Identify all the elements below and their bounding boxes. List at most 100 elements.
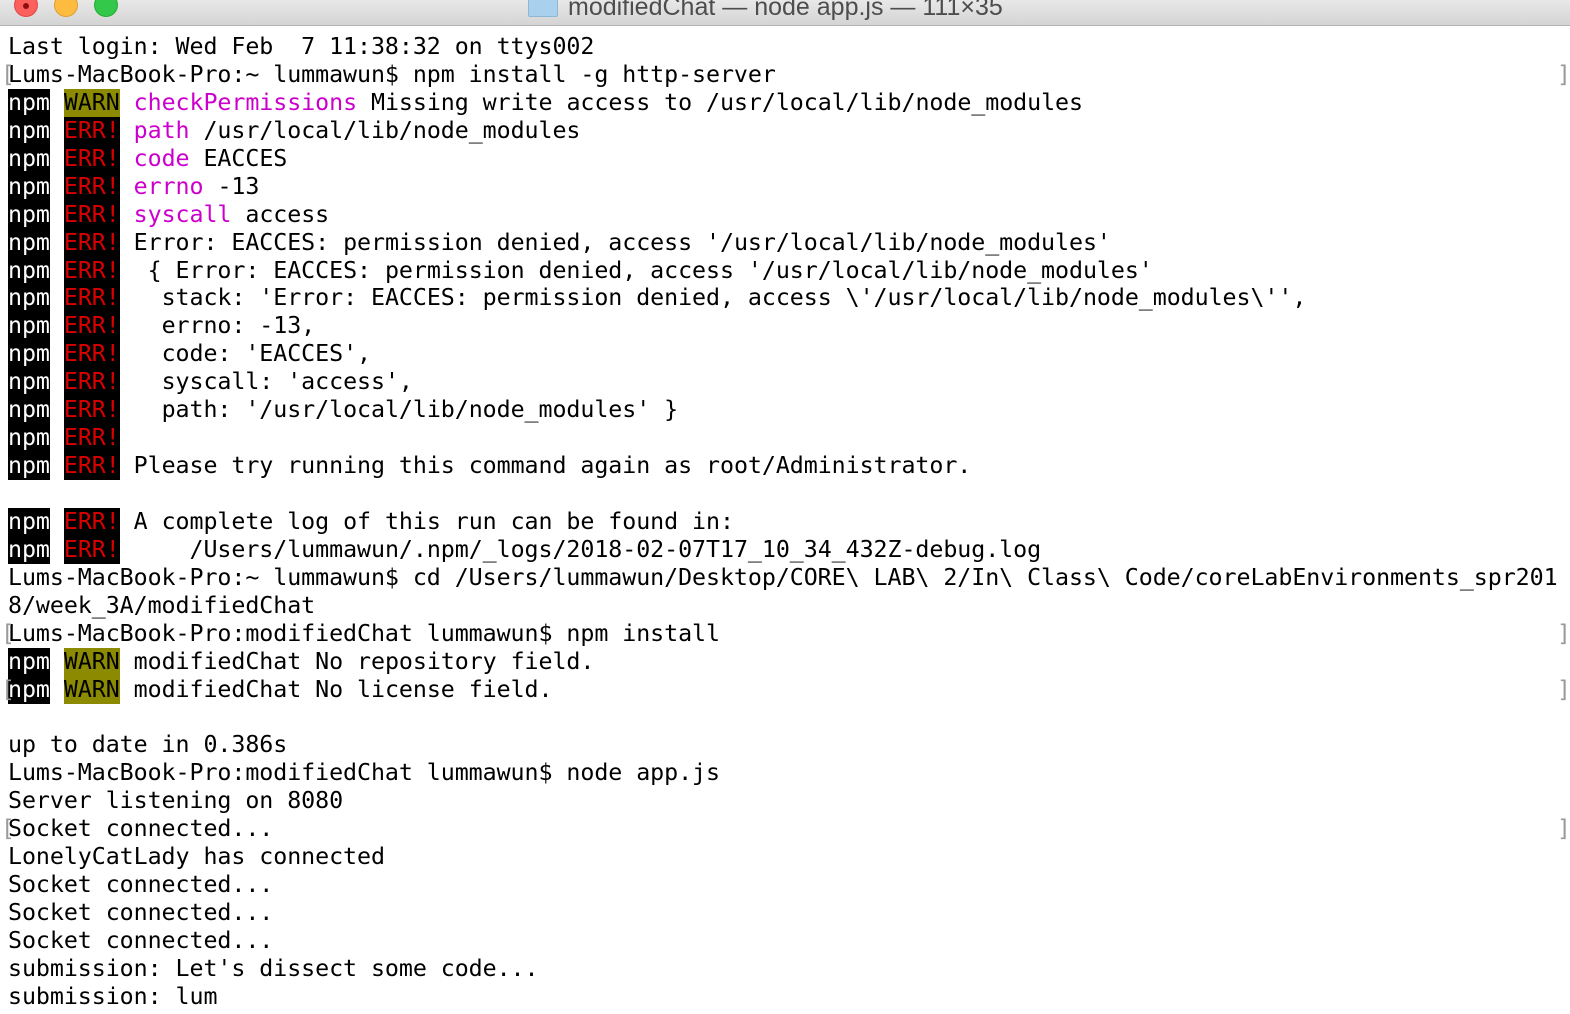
mark-left: [ — [1, 620, 15, 647]
err-tag: ERR! — [63, 535, 120, 564]
terminal-line: npm ERR! syscall access — [0, 200, 1570, 229]
err-tag: ERR! — [63, 452, 120, 480]
terminal-text: access — [231, 200, 330, 228]
terminal-text: modifiedChat No license field. — [119, 675, 553, 703]
keyword: code — [133, 144, 190, 172]
terminal-line: up to date in 0.386s — [0, 731, 1570, 759]
npm-tag: npm — [8, 396, 50, 425]
terminal-line: Socket connected... — [0, 927, 1570, 955]
err-tag: ERR! — [63, 340, 120, 369]
warn-tag: WARN — [63, 647, 120, 676]
keyword: checkPermissions — [133, 88, 358, 116]
err-tag: ERR! — [63, 116, 120, 145]
mark-left: [ — [1, 61, 15, 88]
terminal-line: Last login: Wed Feb 7 11:38:32 on ttys00… — [0, 33, 1570, 61]
terminal-text: Socket connected... — [8, 899, 274, 927]
terminal-line: Server listening on 8080 — [0, 787, 1570, 815]
keyword: syscall — [133, 200, 232, 228]
terminal-text: EACCES — [189, 144, 288, 172]
err-tag: ERR! — [63, 144, 120, 173]
mark-right: ] — [1557, 61, 1570, 88]
err-tag: ERR! — [63, 396, 120, 425]
terminal-line: npm ERR! code: 'EACCES', — [0, 340, 1570, 369]
npm-tag: npm — [8, 200, 50, 229]
mark-right: ] — [1557, 676, 1570, 703]
terminal-line: Lums-MacBook-Pro:modifiedChat lummawun$ … — [0, 759, 1570, 787]
terminal-text: Lums-MacBook-Pro:modifiedChat lummawun$ … — [8, 759, 720, 787]
terminal-line: npm ERR! A complete log of this run can … — [0, 507, 1570, 536]
terminal-line: npm ERR! /Users/lummawun/.npm/_logs/2018… — [0, 535, 1570, 564]
terminal-window: modifiedChat — node app.js — 111×35 Last… — [0, 0, 1570, 1014]
terminal-line: submission: Let's dissect some code... — [0, 955, 1570, 983]
terminal-line: npm ERR! errno -13 — [0, 172, 1570, 201]
terminal-text: submission: lum — [8, 982, 218, 1010]
warn-tag: WARN — [63, 675, 120, 704]
terminal-line: npm ERR! Please try running this command… — [0, 452, 1570, 480]
terminal-line: npm ERR! stack: 'Error: EACCES: permissi… — [0, 284, 1570, 313]
terminal-text: Lums-MacBook-Pro:modifiedChat lummawun$ … — [8, 619, 720, 647]
terminal-text: path: '/usr/local/lib/node_modules' } — [119, 396, 679, 424]
terminal-line: Socket connected... — [0, 871, 1570, 899]
warn-tag: WARN — [63, 88, 120, 117]
terminal-text: Please try running this command again as… — [119, 452, 972, 480]
npm-tag: npm — [8, 452, 50, 480]
npm-tag: npm — [8, 284, 50, 313]
terminal-line: npm WARN modifiedChat No license field.[… — [0, 675, 1570, 704]
terminal-line: npm WARN modifiedChat No repository fiel… — [0, 647, 1570, 676]
terminal-text: Lums-MacBook-Pro:~ lummawun$ npm install… — [8, 60, 776, 88]
err-tag: ERR! — [63, 200, 120, 229]
err-tag: ERR! — [63, 228, 120, 257]
terminal-line: npm ERR! code EACCES — [0, 144, 1570, 173]
terminal-text: /Users/lummawun/.npm/_logs/2018-02-07T17… — [119, 535, 1042, 563]
npm-tag: npm — [8, 256, 50, 285]
terminal-text: 8/week_3A/modifiedChat — [8, 591, 316, 619]
terminal-line: LonelyCatLady has connected — [0, 843, 1570, 871]
close-button[interactable] — [14, 0, 38, 17]
terminal-line: Lums-MacBook-Pro:modifiedChat lummawun$ … — [0, 620, 1570, 648]
npm-tag: npm — [8, 340, 50, 369]
keyword: path — [133, 116, 190, 144]
terminal-text: Lums-MacBook-Pro:~ lummawun$ cd /Users/l… — [8, 563, 1558, 591]
zoom-button[interactable] — [94, 0, 118, 17]
title-bar[interactable]: modifiedChat — node app.js — 111×35 — [0, 0, 1570, 26]
npm-tag: npm — [8, 535, 50, 564]
terminal-text: A complete log of this run can be found … — [119, 507, 734, 535]
terminal-output[interactable]: Last login: Wed Feb 7 11:38:32 on ttys00… — [0, 33, 1570, 1011]
window-title: modifiedChat — node app.js — 111×35 — [568, 0, 1003, 21]
err-tag: ERR! — [63, 368, 120, 397]
terminal-line: npm ERR! path /usr/local/lib/node_module… — [0, 116, 1570, 145]
terminal-line: Lums-MacBook-Pro:~ lummawun$ npm install… — [0, 61, 1570, 89]
minimize-button[interactable] — [54, 0, 78, 17]
npm-tag: npm — [8, 88, 50, 117]
terminal-text: submission: Let's dissect some code... — [8, 954, 539, 982]
terminal-text: syscall: 'access', — [119, 368, 413, 396]
terminal-text: Error: EACCES: permission denied, access… — [119, 228, 1111, 256]
keyword: errno — [133, 172, 204, 200]
terminal-line: npm ERR! path: '/usr/local/lib/node_modu… — [0, 396, 1570, 425]
terminal-line: npm ERR! — [0, 424, 1570, 453]
npm-tag: npm — [8, 507, 50, 536]
terminal-text: { Error: EACCES: permission denied, acce… — [119, 256, 1153, 284]
terminal-line: 8/week_3A/modifiedChat — [0, 592, 1570, 620]
npm-tag: npm — [8, 647, 50, 676]
terminal-line: npm ERR! { Error: EACCES: permission den… — [0, 256, 1570, 285]
terminal-text: Socket connected... — [8, 871, 274, 899]
terminal-text: modifiedChat No repository field. — [119, 647, 595, 675]
